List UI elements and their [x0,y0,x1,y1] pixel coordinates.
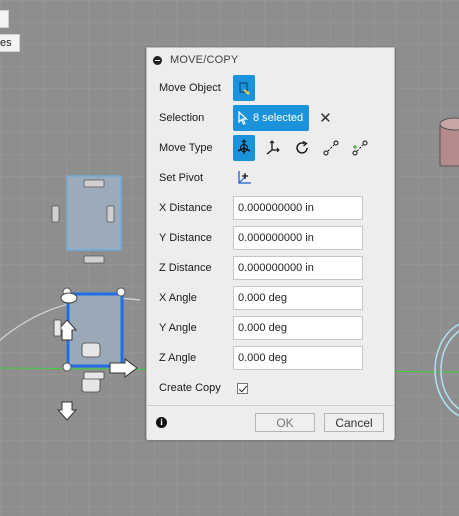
row-x-distance: X Distance [147,193,394,223]
point-to-point-icon [323,140,339,156]
free-move-button[interactable] [233,135,255,161]
move-type-label: Move Type [159,142,213,154]
collapse-icon[interactable] [153,55,162,65]
rotate-icon [296,140,308,154]
y-angle-input[interactable] [233,316,363,340]
z-angle-label: Z Angle [159,352,197,364]
y-distance-label: Y Distance [159,232,212,244]
move-object-label: Move Object [159,82,221,94]
x-angle-label: X Angle [159,292,197,304]
dialog-header[interactable]: MOVE/COPY [147,48,394,72]
cancel-button[interactable]: Cancel [324,413,384,432]
body-select-icon [239,82,250,95]
point-to-point-button[interactable] [320,135,342,161]
dialog-title: MOVE/COPY [170,54,239,66]
z-angle-input[interactable] [233,346,363,370]
z-distance-label: Z Distance [159,262,212,274]
x-distance-input[interactable] [233,196,363,220]
cursor-arrow-icon [238,111,248,125]
row-selection: Selection 8 selected ✕ [147,103,394,133]
row-z-angle: Z Angle [147,343,394,373]
set-pivot-button[interactable] [233,165,255,191]
x-angle-input[interactable] [233,286,363,310]
y-angle-label: Y Angle [159,322,197,334]
row-y-distance: Y Distance [147,223,394,253]
cylinder-body [439,117,459,167]
selection-label: Selection [159,112,205,124]
translate-button[interactable] [262,135,284,161]
z-distance-input[interactable] [233,256,363,280]
row-z-distance: Z Distance [147,253,394,283]
toolbar-fragment-chip[interactable]: es [0,34,20,52]
set-pivot-label: Set Pivot [159,172,204,184]
row-move-type: Move Type [147,133,394,163]
row-move-object: Move Object [147,73,394,103]
row-set-pivot: Set Pivot [147,163,394,193]
row-x-angle: X Angle [147,283,394,313]
ok-button[interactable]: OK [255,413,315,432]
row-y-angle: Y Angle [147,313,394,343]
point-to-position-button[interactable] [349,135,371,161]
create-copy-label: Create Copy [159,382,221,394]
x-distance-label: X Distance [159,202,213,214]
toolbar-fragment-top[interactable] [0,10,9,28]
free-move-icon [237,139,251,154]
move-object-body-button[interactable] [233,75,255,101]
rotate-button[interactable] [291,135,313,161]
row-create-copy: Create Copy [147,373,394,403]
selection-count: 8 selected [253,112,304,124]
clear-selection-icon[interactable]: ✕ [319,111,332,126]
selection-button[interactable]: 8 selected [233,105,310,131]
translate-icon [266,140,280,155]
info-icon[interactable]: i [156,417,167,428]
toolbar-fragment-text: es [0,37,12,49]
y-distance-input[interactable] [233,226,363,250]
dialog-footer: i OK Cancel [147,405,394,440]
create-copy-checkbox[interactable] [237,382,248,394]
point-to-position-icon [352,140,368,156]
pivot-icon [238,171,251,184]
move-copy-dialog: MOVE/COPY Move Object Selection 8 select… [146,47,395,440]
